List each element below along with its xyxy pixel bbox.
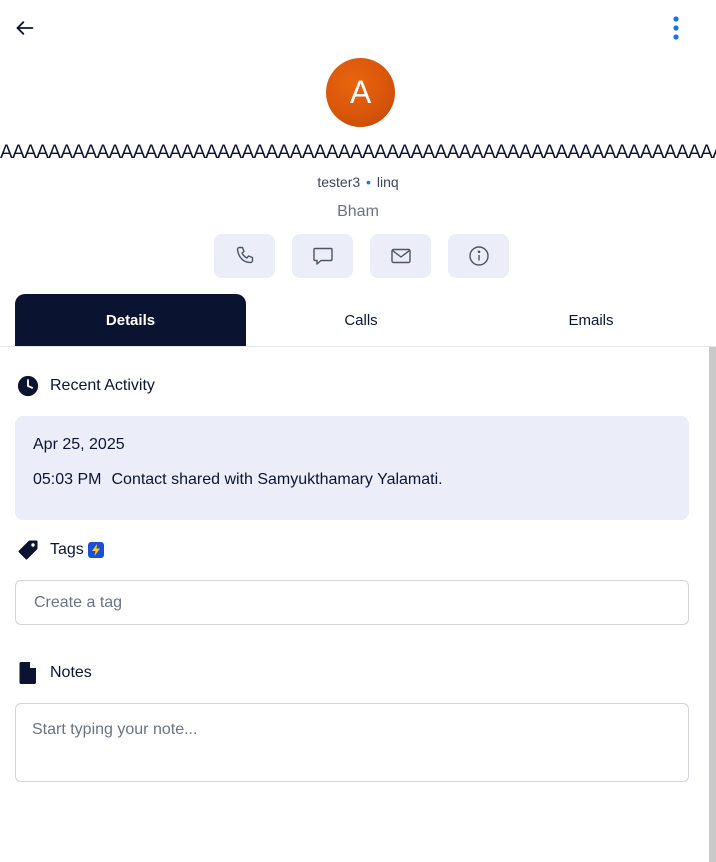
company-name: Bham: [337, 203, 379, 220]
recent-activity-header: Recent Activity: [16, 374, 155, 398]
avatar: A: [326, 58, 395, 127]
info-button[interactable]: [448, 234, 509, 278]
contact-meta: tester3 • linq: [0, 174, 716, 190]
contact-name: AAAAAAAAAAAAAAAAAAAAAAAAAAAAAAAAAAAAAAAA…: [0, 142, 716, 163]
note-input[interactable]: [15, 703, 689, 782]
more-options-button[interactable]: [664, 14, 688, 42]
lightning-icon[interactable]: [87, 542, 104, 558]
source-label: linq: [376, 174, 399, 190]
activity-date: Apr 25, 2025: [33, 436, 125, 453]
clock-icon: [16, 374, 40, 398]
message-icon: [312, 247, 333, 265]
activity-card: Apr 25, 2025 05:03 PM Contact shared with…: [15, 416, 689, 520]
notes-header: Notes: [16, 661, 92, 685]
tag-icon: [16, 538, 40, 562]
tab-details[interactable]: Details: [15, 294, 246, 346]
owner-label: tester3: [317, 174, 361, 190]
recent-activity-title: Recent Activity: [50, 377, 155, 394]
info-icon: [468, 246, 489, 266]
avatar-initial: A: [349, 74, 372, 110]
call-button[interactable]: [214, 234, 275, 278]
arrow-left-icon: [16, 21, 34, 35]
message-button[interactable]: [292, 234, 353, 278]
email-button[interactable]: [370, 234, 431, 278]
activity-text: Contact shared with Samyukthamary Yalama…: [111, 471, 443, 488]
tab-calls[interactable]: Calls: [246, 294, 476, 346]
top-bar: [0, 0, 716, 56]
back-button[interactable]: [12, 15, 38, 41]
activity-entry: 05:03 PM Contact shared with Samyukthamar…: [33, 471, 443, 489]
more-vertical-icon: [673, 16, 679, 40]
tags-header: Tags: [16, 538, 104, 562]
notes-title: Notes: [50, 664, 92, 681]
tag-input[interactable]: [15, 580, 689, 625]
document-icon: [16, 661, 40, 685]
activity-time: 05:03 PM: [33, 471, 102, 488]
contact-actions: [214, 234, 509, 278]
tab-emails[interactable]: Emails: [476, 294, 706, 346]
scrollbar[interactable]: [709, 347, 716, 862]
mail-icon: [390, 248, 411, 264]
tab-bar: Details Calls Emails: [0, 294, 716, 347]
phone-icon: [236, 246, 253, 264]
meta-separator: •: [366, 174, 371, 190]
tags-title: Tags: [50, 541, 84, 558]
